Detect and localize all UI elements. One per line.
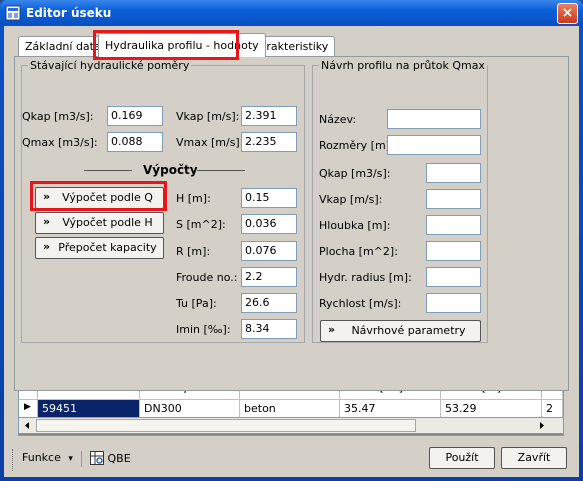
navrh-vkap-field[interactable] xyxy=(426,189,481,209)
grid-cell-delka[interactable]: 53.29 xyxy=(441,400,542,418)
navrh-qkap-label: Qkap [m3/s]: xyxy=(319,167,391,180)
vypocty-heading: Výpočty xyxy=(143,163,198,177)
h-field[interactable]: 0.15 xyxy=(241,188,297,208)
tu-field[interactable]: 26.6 xyxy=(241,293,297,313)
s-field[interactable]: 0.036 xyxy=(241,214,297,234)
navrh-plocha-field[interactable] xyxy=(426,241,481,261)
qbe-label: QBE xyxy=(107,452,131,465)
zavrit-button[interactable]: Zavřít xyxy=(501,447,567,469)
navrh-rozmery-label: Rozměry [m]: xyxy=(319,139,394,152)
navrh-vkap-label: Vkap [m/s]: xyxy=(319,193,383,206)
prepocet-kapacity-label: Přepočet kapacity xyxy=(58,241,157,254)
grid-cell-nazev-profilu[interactable]: DN300 xyxy=(140,400,240,418)
vmax-field[interactable]: 2.235 xyxy=(241,132,297,152)
pouzit-label: Použít xyxy=(445,451,479,464)
vkap-field[interactable]: 2.391 xyxy=(241,106,297,126)
tab-hydraulika-profilu[interactable]: Hydraulika profilu - hodnoty xyxy=(98,33,266,57)
funkce-label: Funkce xyxy=(22,451,61,464)
navrhove-parametry-button[interactable]: » Návrhové parametry xyxy=(320,320,481,342)
prepocet-kapacity-button[interactable]: » Přepočet kapacity xyxy=(35,237,164,259)
r-label: R [m]: xyxy=(176,245,211,258)
bottom-bar: Funkce ▾ QBE Použít Zavřít xyxy=(4,444,579,477)
navrh-plocha-label: Plocha [m^2]: xyxy=(319,245,398,258)
toolbar-grip[interactable] xyxy=(12,449,14,471)
tu-label: Tu [Pa]: xyxy=(176,297,217,310)
chevron-icon: » xyxy=(328,323,336,336)
separator-left xyxy=(84,170,132,171)
navrh-hydr-field[interactable] xyxy=(426,267,481,287)
chevron-icon: » xyxy=(43,215,51,228)
navrh-hloubka-label: Hloubka [m]: xyxy=(319,219,391,232)
grid-row-selector[interactable]: ▶ xyxy=(19,400,38,418)
vmax-label: Vmax [m/s]: xyxy=(176,136,244,149)
r-field[interactable]: 0.076 xyxy=(241,241,297,261)
navrh-hydr-label: Hydr. radius [m]: xyxy=(319,271,412,284)
navrh-hloubka-field[interactable] xyxy=(426,215,481,235)
vypocet-q-button[interactable]: » Výpočet podle Q xyxy=(35,187,164,209)
pouzit-button[interactable]: Použít xyxy=(429,447,495,469)
qkap-label: Qkap [m3/s]: xyxy=(22,110,94,123)
stavajici-legend: Stávající hydraulické poměry xyxy=(30,59,190,72)
hydraulika-tab-page: Stávající hydraulické poměry Qkap [m3/s]… xyxy=(14,56,569,391)
chevron-icon: » xyxy=(43,240,51,253)
navrh-nazev-field[interactable] xyxy=(387,109,481,129)
grid-cell-overflow[interactable]: 2 xyxy=(542,400,563,418)
qmax-field[interactable]: 0.088 xyxy=(107,132,163,152)
tab-label: Hydraulika profilu - hodnoty xyxy=(105,39,259,52)
navrh-nazev-label: Název: xyxy=(319,113,357,126)
toolbar-separator xyxy=(81,451,82,467)
navrh-rychlost-label: Rychlost [m/s]: xyxy=(319,297,402,310)
vypocet-h-label: Výpočet podle H xyxy=(62,216,153,229)
navrh-rychlost-field[interactable] xyxy=(426,293,481,313)
close-button[interactable]: × xyxy=(557,3,578,24)
froude-field[interactable]: 2.2 xyxy=(241,267,297,287)
vkap-label: Vkap [m/s]: xyxy=(176,110,240,123)
h-label: H [m]: xyxy=(176,192,211,205)
separator-right xyxy=(197,170,245,171)
tab-label: Základní data xyxy=(25,40,101,53)
close-icon: × xyxy=(561,5,574,21)
navrh-legend: Návrh profilu na průtok Qmax xyxy=(321,59,485,72)
zavrit-label: Zavřít xyxy=(517,451,551,464)
qkap-field[interactable]: 0.169 xyxy=(107,106,163,126)
froude-label: Froude no.: xyxy=(176,271,238,284)
navrh-qkap-field[interactable] xyxy=(426,163,481,183)
qbe-icon xyxy=(90,451,104,465)
scroll-thumb[interactable] xyxy=(36,419,416,432)
qmax-label: Qmax [m3/s]: xyxy=(22,136,98,149)
navrhove-parametry-label: Návrhové parametry xyxy=(351,324,466,337)
tab-zakladni-data[interactable]: Základní data xyxy=(18,36,108,56)
grid-horizontal-scrollbar[interactable] xyxy=(18,417,564,434)
dialog-body: Základní data Hydraulika profilu - hodno… xyxy=(4,26,579,477)
qbe-button[interactable]: QBE xyxy=(86,448,135,470)
window-title: Editor úseku xyxy=(26,6,112,20)
grid-cell-sklon[interactable]: 35.47 xyxy=(340,400,441,418)
scroll-left-icon[interactable] xyxy=(20,419,34,432)
grid-cell-material[interactable]: beton xyxy=(240,400,340,418)
vypocet-q-label: Výpočet podle Q xyxy=(62,191,153,204)
app-icon xyxy=(5,5,21,21)
funkce-dropdown[interactable]: Funkce ▾ xyxy=(18,448,77,470)
row-marker-icon: ▶ xyxy=(24,402,31,412)
navrh-rozmery-field[interactable] xyxy=(387,135,481,155)
scroll-right-icon[interactable] xyxy=(535,419,549,432)
vypocet-h-button[interactable]: » Výpočet podle H xyxy=(35,212,164,234)
chevron-icon: » xyxy=(43,190,51,203)
editor-window: Editor úseku × Základní data Hydraulika … xyxy=(0,0,583,481)
s-label: S [m^2]: xyxy=(176,218,226,231)
imin-label: Imin [‰]: xyxy=(176,323,231,336)
title-bar[interactable]: Editor úseku × xyxy=(0,0,583,26)
chevron-down-icon: ▾ xyxy=(68,454,73,464)
imin-field[interactable]: 8.34 xyxy=(241,319,297,339)
grid-cell-nazev[interactable]: 59451 xyxy=(38,400,140,418)
